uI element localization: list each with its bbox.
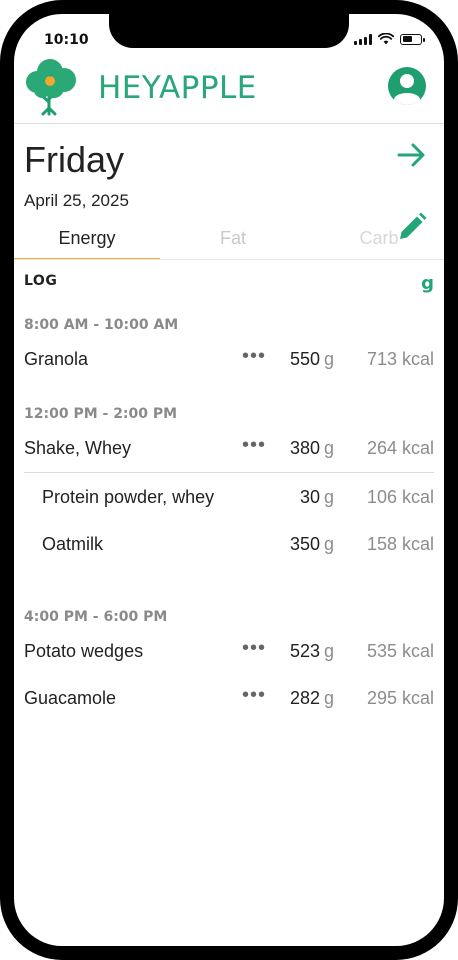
user-icon: [394, 74, 420, 105]
item-amount-unit: g: [323, 641, 334, 661]
status-icons: [354, 33, 425, 45]
item-amount: 30 g: [300, 487, 334, 508]
more-options-icon[interactable]: •••: [242, 345, 266, 368]
more-options-icon[interactable]: •••: [242, 684, 266, 707]
list-item[interactable]: Oatmilk 350 g 158 kcal: [14, 530, 444, 560]
tab-fat[interactable]: Fat: [160, 224, 306, 260]
item-amount-value: 350: [289, 534, 320, 554]
day-date: April 25, 2025: [24, 191, 129, 210]
item-name: Potato wedges: [24, 641, 144, 661]
section-time: 8:00 AM - 10:00 AM: [24, 317, 179, 333]
item-amount-value: 30: [299, 487, 320, 507]
nutrient-tabs: Energy Fat Carb: [14, 224, 444, 260]
item-amount: 550 g: [290, 349, 334, 370]
list-item[interactable]: Potato wedges ••• 523 g 535 kcal: [14, 637, 444, 667]
item-amount-value: 282: [289, 688, 320, 708]
day-title: Friday: [24, 139, 125, 180]
tab-carb-label: Carb: [359, 228, 399, 248]
item-kcal: 295 kcal: [366, 688, 434, 708]
apple-tree-logo-icon: [26, 59, 76, 116]
more-options-icon[interactable]: •••: [242, 434, 266, 457]
item-name: Oatmilk: [42, 534, 104, 554]
item-amount-unit: g: [323, 487, 334, 507]
brand-name-bold: HEY: [98, 70, 159, 106]
item-amount-value: 523: [289, 641, 320, 661]
profile-button[interactable]: [388, 67, 426, 105]
battery-icon: [400, 33, 425, 45]
item-kcal: 264 kcal: [366, 438, 434, 458]
unit-toggle[interactable]: g: [421, 273, 434, 294]
section-time: 12:00 PM - 2:00 PM: [24, 406, 178, 422]
row-divider: [24, 472, 434, 473]
list-item[interactable]: Granola ••• 550 g 713 kcal: [14, 345, 444, 375]
next-day-arrow-icon[interactable]: [396, 139, 428, 171]
item-amount-unit: g: [323, 349, 334, 369]
section-time: 4:00 PM - 6:00 PM: [24, 609, 168, 625]
tab-carb[interactable]: Carb: [306, 224, 444, 260]
list-item[interactable]: Shake, Whey ••• 380 g 264 kcal: [14, 434, 444, 464]
item-kcal: 158 kcal: [366, 534, 434, 554]
app-screen: 10:10 HEYAPPLE Friday April 25, 2025 Ene…: [14, 14, 444, 946]
item-name: Shake, Whey: [24, 438, 132, 458]
item-kcal: 713 kcal: [366, 349, 434, 369]
device-notch: [109, 14, 349, 48]
brand-name: HEYAPPLE: [98, 70, 257, 106]
phone-frame: 10:10 HEYAPPLE Friday April 25, 2025 Ene…: [0, 0, 458, 960]
status-time: 10:10: [44, 32, 89, 48]
log-label: LOG: [24, 273, 58, 289]
item-kcal: 535 kcal: [366, 641, 434, 661]
list-item[interactable]: Guacamole ••• 282 g 295 kcal: [14, 684, 444, 714]
item-name: Guacamole: [24, 688, 117, 708]
wifi-icon: [378, 33, 394, 45]
item-amount: 380 g: [290, 438, 334, 459]
item-amount-unit: g: [323, 688, 334, 708]
signal-icon: [354, 33, 372, 45]
header-divider: [14, 123, 444, 124]
item-amount-unit: g: [323, 438, 334, 458]
item-amount-unit: g: [323, 534, 334, 554]
item-amount: 350 g: [290, 534, 334, 555]
item-amount-value: 550: [289, 349, 320, 369]
item-amount: 523 g: [290, 641, 334, 662]
item-name: Granola: [24, 349, 89, 369]
tab-energy[interactable]: Energy: [14, 224, 160, 260]
item-amount: 282 g: [290, 688, 334, 709]
tabs-divider: [14, 259, 444, 260]
item-kcal: 106 kcal: [366, 487, 434, 507]
brand-name-light: APPLE: [158, 70, 257, 106]
list-item[interactable]: Protein powder, whey 30 g 106 kcal: [14, 483, 444, 513]
more-options-icon[interactable]: •••: [242, 637, 266, 660]
item-amount-value: 380: [289, 438, 320, 458]
item-name: Protein powder, whey: [42, 487, 215, 507]
app-header: HEYAPPLE: [14, 54, 444, 124]
